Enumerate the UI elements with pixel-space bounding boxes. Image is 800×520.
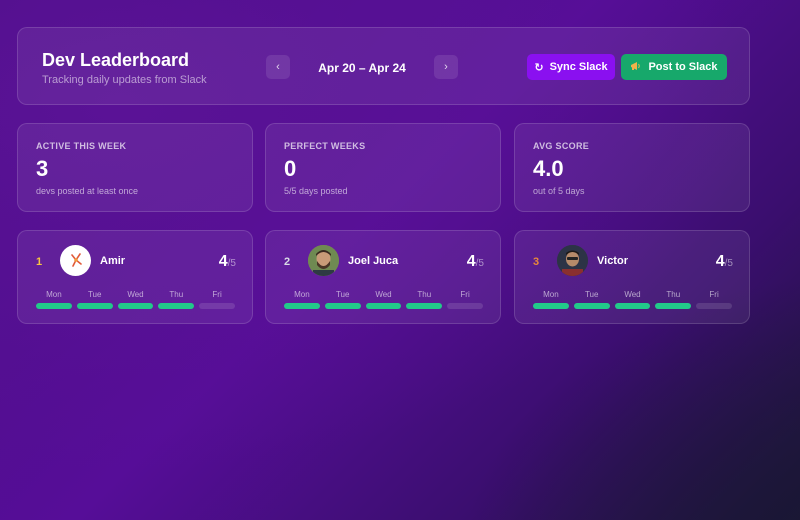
day-posted-bar — [655, 303, 692, 309]
prev-week-button[interactable]: ‹ — [266, 55, 290, 79]
day-posted-bar — [324, 303, 361, 309]
avatar-photo-icon — [557, 245, 588, 276]
dev-name: Amir — [100, 255, 126, 267]
day-label: Thu — [417, 290, 432, 299]
day-column: Thu — [158, 290, 195, 309]
stat-card-perfect-weeks: PERFECT WEEKS 0 5/5 days posted — [265, 123, 501, 212]
chevron-left-icon: ‹ — [276, 61, 280, 73]
stat-card-avg-score: AVG SCORE 4.0 out of 5 days — [514, 123, 750, 212]
day-label: Wed — [624, 290, 641, 299]
page-subtitle: Tracking daily updates from Slack — [42, 74, 207, 86]
avatar — [60, 245, 91, 276]
day-missed-bar — [199, 303, 235, 309]
day-column: Mon — [36, 290, 72, 309]
day-label: Mon — [46, 290, 62, 299]
stat-label: PERFECT WEEKS — [284, 141, 366, 151]
sync-slack-label: Sync Slack — [549, 61, 608, 73]
day-column: Tue — [76, 290, 113, 309]
stat-note: devs posted at least once — [36, 186, 139, 196]
leaderboard-header: Dev Leaderboard Tracking daily updates f… — [17, 27, 750, 105]
day-column: Fri — [447, 290, 483, 309]
day-label: Tue — [335, 290, 350, 299]
post-to-slack-label: Post to Slack — [648, 61, 718, 73]
day-label: Wed — [375, 290, 392, 299]
day-label: Mon — [543, 290, 559, 299]
week-range: Apr 20 – Apr 24 — [318, 61, 406, 75]
stat-value: 3 — [36, 156, 49, 181]
refresh-icon: ↻ — [534, 61, 544, 74]
day-missed-bar — [447, 303, 483, 309]
day-tracker: Mon Tue Wed Thu Fri — [533, 290, 732, 309]
dev-score: 4/5 — [466, 253, 484, 270]
stat-label: AVG SCORE — [533, 141, 590, 151]
day-posted-bar — [406, 303, 443, 309]
stat-note: out of 5 days — [533, 186, 585, 196]
day-column: Fri — [199, 290, 235, 309]
day-posted-bar — [76, 303, 113, 309]
day-label: Tue — [87, 290, 102, 299]
dev-card: 2 Joel Juca 4/5 Mon Tue Wed Thu Fri — [265, 230, 501, 324]
sync-slack-button[interactable]: ↻ Sync Slack — [527, 54, 615, 80]
avatar-logo-icon — [71, 253, 82, 267]
day-label: Tue — [584, 290, 599, 299]
day-label: Fri — [460, 290, 470, 299]
day-missed-bar — [696, 303, 732, 309]
day-posted-bar — [284, 303, 320, 309]
day-posted-bar — [573, 303, 610, 309]
dev-card: 3 Victor 4/5 Mon Tue Wed Thu Fri — [514, 230, 750, 324]
megaphone-icon — [630, 60, 642, 75]
day-column: Mon — [533, 290, 569, 309]
day-tracker: Mon Tue Wed Thu Fri — [36, 290, 235, 309]
page-title: Dev Leaderboard — [42, 50, 190, 70]
rank-number: 2 — [284, 256, 291, 268]
day-column: Mon — [284, 290, 320, 309]
stat-card-active: ACTIVE THIS WEEK 3 devs posted at least … — [17, 123, 253, 212]
dev-score: 4/5 — [715, 253, 733, 270]
day-posted-bar — [158, 303, 195, 309]
day-label: Thu — [666, 290, 681, 299]
rank-number: 3 — [533, 256, 540, 268]
day-column: Tue — [324, 290, 361, 309]
dev-score: 4/5 — [218, 253, 236, 270]
chevron-right-icon: › — [444, 61, 448, 73]
day-posted-bar — [365, 303, 402, 309]
day-tracker: Mon Tue Wed Thu Fri — [284, 290, 483, 309]
day-posted-bar — [36, 303, 72, 309]
stat-note: 5/5 days posted — [284, 186, 348, 196]
day-column: Thu — [655, 290, 692, 309]
dev-card: 1 Amir 4/5 Mon Tue Wed Thu Fri — [17, 230, 253, 324]
stat-value: 4.0 — [533, 156, 564, 181]
dev-name: Victor — [597, 255, 628, 267]
stat-label: ACTIVE THIS WEEK — [36, 141, 127, 151]
avatar — [308, 245, 339, 276]
day-column: Fri — [696, 290, 732, 309]
day-column: Tue — [573, 290, 610, 309]
day-label: Fri — [212, 290, 222, 299]
dev-name: Joel Juca — [348, 255, 399, 267]
day-posted-bar — [614, 303, 651, 309]
day-label: Wed — [127, 290, 144, 299]
day-column: Wed — [614, 290, 651, 309]
next-week-button[interactable]: › — [434, 55, 458, 79]
post-to-slack-button[interactable]: Post to Slack — [621, 54, 727, 80]
day-label: Thu — [169, 290, 184, 299]
day-column: Thu — [406, 290, 443, 309]
stat-value: 0 — [284, 156, 297, 181]
avatar — [557, 245, 588, 276]
day-posted-bar — [533, 303, 569, 309]
day-column: Wed — [117, 290, 154, 309]
day-label: Mon — [294, 290, 310, 299]
day-posted-bar — [117, 303, 154, 309]
avatar-photo-icon — [308, 245, 339, 276]
day-label: Fri — [709, 290, 719, 299]
rank-number: 1 — [36, 256, 43, 268]
day-column: Wed — [365, 290, 402, 309]
